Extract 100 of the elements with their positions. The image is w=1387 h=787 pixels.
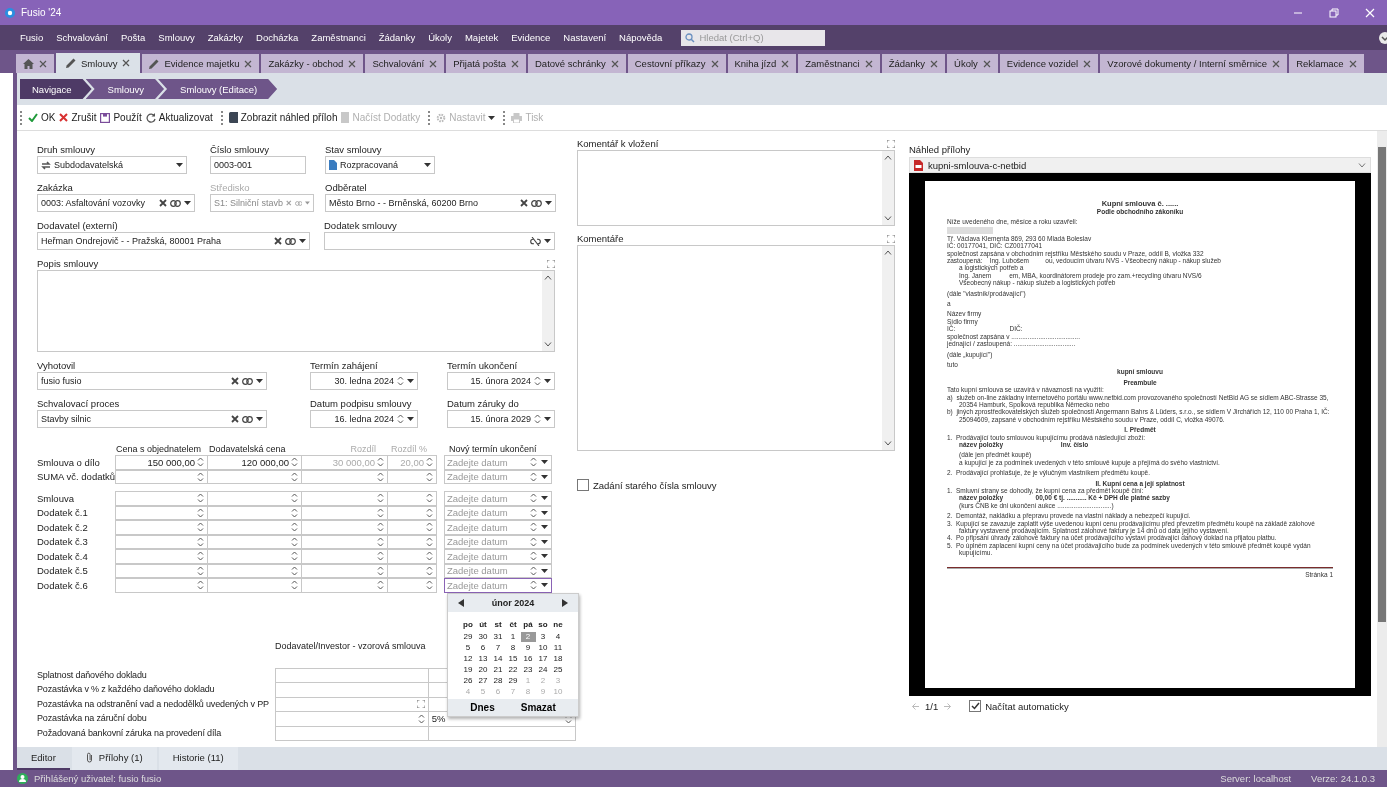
spinner-icon[interactable] <box>291 550 298 563</box>
tab[interactable]: Přijatá pošta <box>446 54 526 73</box>
calendar-day[interactable]: 16 <box>520 654 536 664</box>
menu-item[interactable]: Zaměstnanci <box>311 32 366 43</box>
lookup-field[interactable] <box>324 232 555 250</box>
number-field[interactable] <box>115 563 208 578</box>
spinner-icon[interactable] <box>291 456 298 469</box>
spinner-icon[interactable] <box>377 550 384 563</box>
spinner-icon[interactable] <box>197 492 204 505</box>
spinner-icon[interactable] <box>426 506 433 519</box>
calendar-day[interactable]: 5 <box>460 643 476 653</box>
spinner-icon[interactable] <box>417 712 425 725</box>
calendar-day[interactable]: 31 <box>490 632 506 642</box>
calendar-day[interactable]: 14 <box>490 654 506 664</box>
spinner-icon[interactable] <box>426 579 433 592</box>
broken-link-icon[interactable] <box>530 236 541 246</box>
number-field[interactable] <box>207 534 302 549</box>
calendar-day[interactable]: 12 <box>460 654 476 664</box>
calendar-day[interactable]: 27 <box>475 676 491 686</box>
spinner-icon[interactable] <box>530 456 537 469</box>
calendar-day[interactable]: 30 <box>475 632 491 642</box>
lookup-field[interactable]: fusio fusio <box>37 372 267 390</box>
calendar-day[interactable]: 22 <box>505 665 521 675</box>
breadcrumb-item[interactable]: Navigace <box>20 79 92 99</box>
spinner-icon[interactable] <box>534 375 541 387</box>
close-icon[interactable] <box>1083 59 1092 68</box>
clear-icon[interactable] <box>231 377 239 385</box>
close-icon[interactable] <box>1272 59 1281 68</box>
number-field[interactable] <box>387 520 437 535</box>
calendar-day[interactable]: 19 <box>460 665 476 675</box>
checkbox[interactable] <box>969 700 982 712</box>
close-icon[interactable] <box>511 59 519 68</box>
spinner-icon[interactable] <box>530 550 537 563</box>
calendar-day[interactable]: 21 <box>490 665 506 675</box>
tab[interactable]: Smlouvy <box>56 53 141 73</box>
menu-item[interactable]: Smlouvy <box>158 32 195 43</box>
calendar-day[interactable]: 6 <box>475 643 491 653</box>
menu-item[interactable]: Zakázky <box>207 32 244 43</box>
spinner-icon[interactable] <box>530 470 537 483</box>
next-month-icon[interactable] <box>562 599 568 607</box>
tab[interactable]: Reklamace <box>1289 54 1364 73</box>
number-field[interactable] <box>301 505 388 520</box>
breadcrumb-item[interactable]: Smlouvy <box>85 79 165 99</box>
number-field[interactable] <box>207 505 302 520</box>
spinner-icon[interactable] <box>291 506 298 519</box>
number-field[interactable] <box>301 549 388 564</box>
input-field[interactable] <box>275 667 429 683</box>
link-icon[interactable] <box>242 415 253 423</box>
calendar-day[interactable]: 15 <box>505 654 521 664</box>
close-icon[interactable] <box>39 59 47 68</box>
lookup-field[interactable]: 0003: Asfaltování vozovky <box>37 194 195 212</box>
menu-item[interactable]: Žádanky <box>378 32 416 43</box>
spinner-icon[interactable] <box>426 521 433 534</box>
number-field[interactable] <box>387 491 437 506</box>
checkbox[interactable] <box>577 479 589 491</box>
scrollbar[interactable] <box>882 246 894 450</box>
spinner-icon[interactable] <box>377 470 384 483</box>
number-field[interactable] <box>301 491 388 506</box>
calendar-day[interactable]: 29 <box>460 632 476 642</box>
tab[interactable] <box>16 54 54 73</box>
number-field[interactable] <box>387 534 437 549</box>
tab[interactable]: Zakázky - obchod <box>261 54 364 73</box>
number-field[interactable] <box>207 563 302 578</box>
number-field[interactable] <box>301 563 388 578</box>
date-field[interactable]: 30. ledna 2024 <box>310 372 418 390</box>
tab[interactable]: Kniha jízd <box>727 54 797 73</box>
number-field[interactable] <box>115 549 208 564</box>
spinner-icon[interactable] <box>377 521 384 534</box>
spinner-icon[interactable] <box>291 564 298 577</box>
close-icon[interactable] <box>781 59 790 68</box>
expand-icon[interactable] <box>887 234 895 243</box>
input-field[interactable] <box>427 725 576 741</box>
menu-item[interactable]: Evidence <box>511 32 551 43</box>
number-field[interactable] <box>115 520 208 535</box>
tab[interactable]: Přílohy (1) <box>71 747 157 770</box>
number-field[interactable] <box>387 578 437 593</box>
expand-icon[interactable] <box>887 139 895 148</box>
calendar-day[interactable]: 8 <box>505 643 521 653</box>
number-field[interactable] <box>387 563 437 578</box>
close-icon[interactable] <box>982 59 991 68</box>
dropdown[interactable]: Rozpracovaná <box>325 156 435 174</box>
clear-icon[interactable] <box>159 199 167 207</box>
chevron-down-icon[interactable] <box>1379 31 1387 44</box>
spinner-icon[interactable] <box>530 535 537 548</box>
spinner-icon[interactable] <box>197 550 204 563</box>
spinner-icon[interactable] <box>377 492 384 505</box>
chevron-down-icon[interactable] <box>884 441 892 446</box>
scrollbar[interactable] <box>1377 131 1387 747</box>
restore-icon[interactable] <box>1329 7 1339 18</box>
tab[interactable]: Schvalování <box>365 54 445 73</box>
calendar-day[interactable]: 28 <box>490 676 506 686</box>
input-field[interactable] <box>275 725 429 741</box>
spinner-icon[interactable] <box>197 470 204 483</box>
calendar-day[interactable]: 1 <box>505 632 521 642</box>
menu-item[interactable]: Docházka <box>256 32 299 43</box>
tab[interactable]: Zaměstnanci <box>798 54 880 73</box>
number-field[interactable] <box>207 520 302 535</box>
calendar-day[interactable]: 20 <box>475 665 491 675</box>
tab[interactable]: Historie (11) <box>158 747 238 770</box>
chevron-up-icon[interactable] <box>884 155 892 160</box>
